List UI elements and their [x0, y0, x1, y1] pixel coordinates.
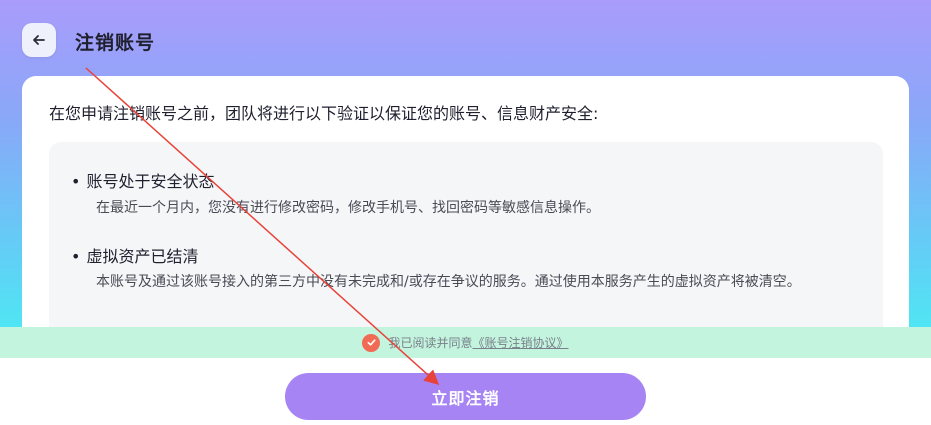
cancel-account-button[interactable]: 立即注销 [285, 373, 646, 420]
app-header: 注销账号 [0, 0, 931, 80]
agreement-text: 我已阅读并同意 [388, 336, 473, 350]
rules-list: • 账号处于安全状态 在最近一个月内，您没有进行修改密码，修改手机号、找回密码等敏… [49, 142, 883, 346]
bullet-icon: • [71, 172, 81, 191]
rule-desc-assets: 本账号及通过该账号接入的第三方中没有未完成和/或存在争议的服务。通过使用本服务产… [96, 274, 801, 290]
page-title: 注销账号 [75, 32, 156, 54]
intro-text: 在您申请注销账号之前，团队将进行以下验证以保证您的账号、信息财产安全: [49, 104, 599, 123]
rule-title-assets: • 虚拟资产已结清 [71, 247, 199, 266]
arrow-left-icon [33, 35, 45, 45]
agreement-row: 我已阅读并同意 《账号注销协议》 [0, 327, 931, 358]
bullet-icon: • [71, 247, 81, 266]
info-card: 在您申请注销账号之前，团队将进行以下验证以保证您的账号、信息财产安全: • 账号处… [22, 76, 909, 346]
check-circle-icon[interactable] [362, 333, 381, 352]
rule-title-secure: • 账号处于安全状态 [71, 172, 215, 191]
rule-desc-secure: 在最近一个月内，您没有进行修改密码，修改手机号、找回密码等敏感信息操作。 [96, 200, 600, 216]
back-button[interactable] [22, 23, 56, 57]
agreement-link[interactable]: 《账号注销协议》 [473, 334, 569, 351]
